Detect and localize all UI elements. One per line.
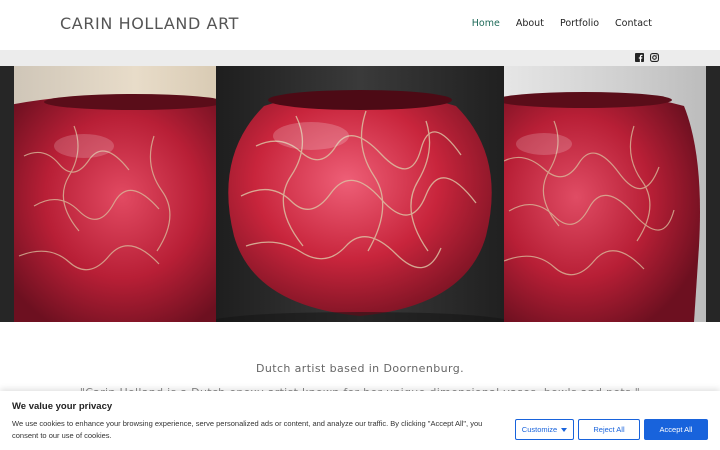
cookie-banner: We value your privacy We use cookies to … bbox=[0, 391, 720, 450]
customize-button[interactable]: Customize bbox=[515, 419, 574, 440]
accept-all-button[interactable]: Accept All bbox=[644, 419, 708, 440]
nav-home[interactable]: Home bbox=[472, 18, 500, 29]
reject-all-button[interactable]: Reject All bbox=[578, 419, 640, 440]
vase-photo-center bbox=[216, 66, 504, 322]
nav-about[interactable]: About bbox=[516, 18, 544, 29]
vase-photo-left bbox=[14, 66, 216, 322]
customize-label: Customize bbox=[521, 425, 558, 434]
cookie-title: We value your privacy bbox=[12, 401, 113, 412]
chevron-down-icon bbox=[561, 427, 568, 432]
instagram-icon[interactable] bbox=[650, 53, 659, 62]
intro-text: Dutch artist based in Doornenburg. bbox=[255, 362, 464, 375]
social-bar bbox=[0, 50, 720, 66]
hero-edge bbox=[706, 66, 720, 322]
site-header: CARIN HOLLAND ART Home About Portfolio C… bbox=[0, 0, 720, 50]
nav-portfolio[interactable]: Portfolio bbox=[560, 18, 599, 29]
hero-edge bbox=[0, 66, 14, 322]
facebook-icon[interactable] bbox=[635, 53, 644, 62]
nav-contact[interactable]: Contact bbox=[615, 18, 652, 29]
site-title[interactable]: CARIN HOLLAND ART bbox=[60, 14, 239, 33]
cookie-text: We use cookies to enhance your browsing … bbox=[12, 419, 483, 440]
hero-gallery bbox=[0, 66, 720, 322]
vase-photo-right bbox=[504, 66, 706, 322]
main-nav: Home About Portfolio Contact bbox=[472, 18, 652, 29]
